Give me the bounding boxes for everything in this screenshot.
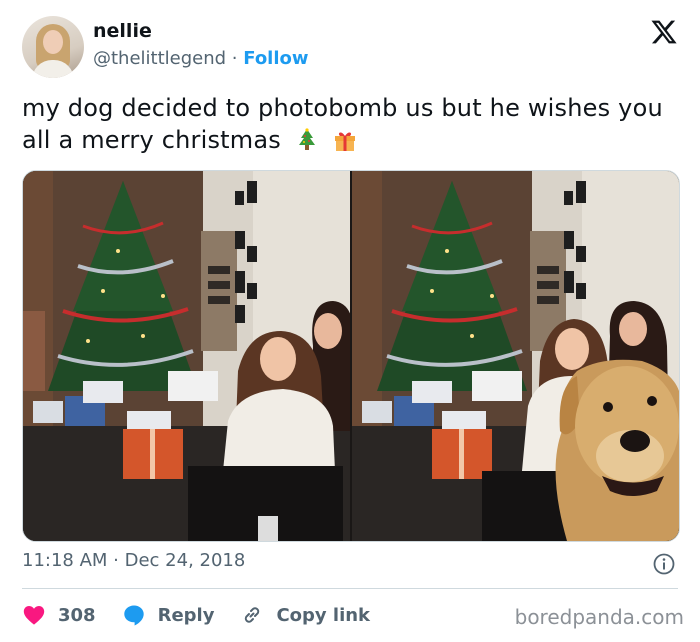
link-icon [245, 607, 260, 623]
heart-icon [23, 606, 45, 625]
action-bar: 308 Reply Copy link [22, 600, 396, 630]
timestamp-separator: · [107, 550, 125, 571]
handle-separator: · [226, 48, 244, 69]
avatar[interactable] [22, 16, 84, 78]
x-logo-icon[interactable] [650, 18, 678, 46]
author-name[interactable]: nellie [93, 20, 152, 42]
media-grid[interactable] [22, 170, 680, 542]
tweet-date: Dec 24, 2018 [124, 550, 246, 571]
photo-left[interactable] [23, 171, 350, 541]
copy-link-button[interactable]: Copy link [240, 603, 370, 627]
author-handle[interactable]: @thelittlegend [93, 48, 226, 69]
follow-button[interactable]: Follow [243, 48, 308, 69]
tweet-timestamp[interactable]: 11:18 AM · Dec 24, 2018 [22, 550, 245, 571]
watermark: boredpanda.com [514, 605, 684, 629]
reply-icon [123, 605, 144, 626]
tweet-time: 11:18 AM [22, 550, 108, 571]
avatar-face [43, 30, 63, 54]
divider [22, 588, 678, 589]
author-handle-row: @thelittlegend · Follow [93, 48, 309, 69]
photo-right-with-dog[interactable] [352, 171, 679, 541]
reply-button[interactable]: Reply [122, 603, 215, 627]
like-count: 308 [58, 604, 96, 626]
reply-label: Reply [157, 604, 215, 626]
christmas-tree-icon [298, 128, 315, 150]
copy-link-label: Copy link [276, 604, 371, 626]
info-icon[interactable] [652, 552, 676, 576]
tweet-text: my dog decided to photobomb us but he wi… [22, 92, 672, 156]
like-button[interactable]: 308 [22, 603, 96, 627]
gift-icon [334, 132, 355, 151]
